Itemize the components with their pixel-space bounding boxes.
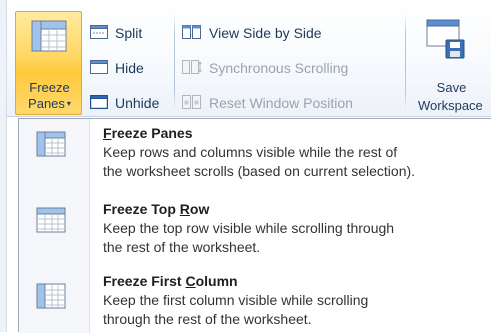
worksheet-edge bbox=[0, 0, 7, 332]
synchronous-scrolling-icon bbox=[182, 59, 209, 77]
save-workspace-button[interactable]: Save Workspace bbox=[412, 18, 491, 114]
chevron-down-icon: ▾ bbox=[66, 99, 71, 108]
view-side-by-side-label: View Side by Side bbox=[209, 25, 322, 41]
ribbon-separator bbox=[405, 14, 406, 110]
reset-window-position-label: Reset Window Position bbox=[209, 95, 353, 111]
menu-item-freeze-top-row[interactable]: Freeze Top Row Keep the top row visible … bbox=[20, 201, 491, 273]
menu-item-description: the rest of the worksheet. bbox=[103, 239, 261, 255]
view-side-by-side-icon bbox=[182, 24, 209, 42]
split-button[interactable]: Split bbox=[90, 22, 142, 44]
menu-item-title: Freeze Top Row bbox=[103, 201, 210, 217]
hide-label: Hide bbox=[115, 60, 144, 76]
save-workspace-label-line1: Save bbox=[436, 80, 467, 95]
menu-item-description: the worksheet scrolls (based on current … bbox=[103, 163, 416, 179]
freeze-panes-button[interactable]: Freeze Panes ▾ bbox=[15, 11, 82, 115]
save-workspace-label-line2: Workspace bbox=[418, 98, 483, 113]
view-side-by-side-button[interactable]: View Side by Side bbox=[182, 22, 322, 44]
freeze-panes-icon bbox=[36, 131, 66, 162]
hide-icon bbox=[90, 59, 115, 77]
split-icon bbox=[90, 24, 115, 42]
freeze-panes-dropdown-menu: Freeze Panes Keep rows and columns visib… bbox=[18, 118, 491, 333]
menu-item-title: Freeze First Column bbox=[103, 273, 238, 289]
ribbon-separator bbox=[174, 14, 175, 110]
ribbon-window-group: Freeze Panes ▾ Split Hide Unhide View Sid… bbox=[0, 0, 491, 117]
menu-item-description: Keep the top row visible while scrolling… bbox=[103, 220, 395, 236]
synchronous-scrolling-button[interactable]: Synchronous Scrolling bbox=[182, 57, 348, 79]
menu-item-title: Freeze Panes bbox=[103, 125, 193, 141]
menu-item-freeze-first-column[interactable]: Freeze First Column Keep the first colum… bbox=[20, 273, 491, 333]
split-label: Split bbox=[115, 25, 143, 41]
unhide-label: Unhide bbox=[115, 95, 160, 111]
save-workspace-icon bbox=[426, 18, 466, 65]
freeze-first-column-icon bbox=[36, 283, 66, 314]
reset-window-position-icon bbox=[182, 94, 209, 112]
freeze-panes-label-line1: Freeze bbox=[29, 80, 70, 95]
menu-item-description: Keep rows and columns visible while the … bbox=[103, 144, 398, 160]
synchronous-scrolling-label: Synchronous Scrolling bbox=[209, 60, 349, 76]
freeze-panes-icon bbox=[31, 20, 67, 57]
hide-button[interactable]: Hide bbox=[90, 57, 144, 79]
menu-item-freeze-panes[interactable]: Freeze Panes Keep rows and columns visib… bbox=[20, 125, 491, 197]
unhide-icon bbox=[89, 94, 115, 112]
unhide-button[interactable]: Unhide bbox=[89, 92, 160, 114]
reset-window-position-button[interactable]: Reset Window Position bbox=[182, 92, 353, 114]
menu-item-description: Keep the first column visible while scro… bbox=[103, 292, 369, 308]
freeze-top-row-icon bbox=[36, 207, 66, 238]
freeze-panes-label-line2: Panes ▾ bbox=[28, 96, 71, 111]
menu-item-description: through the rest of the worksheet. bbox=[103, 311, 312, 327]
